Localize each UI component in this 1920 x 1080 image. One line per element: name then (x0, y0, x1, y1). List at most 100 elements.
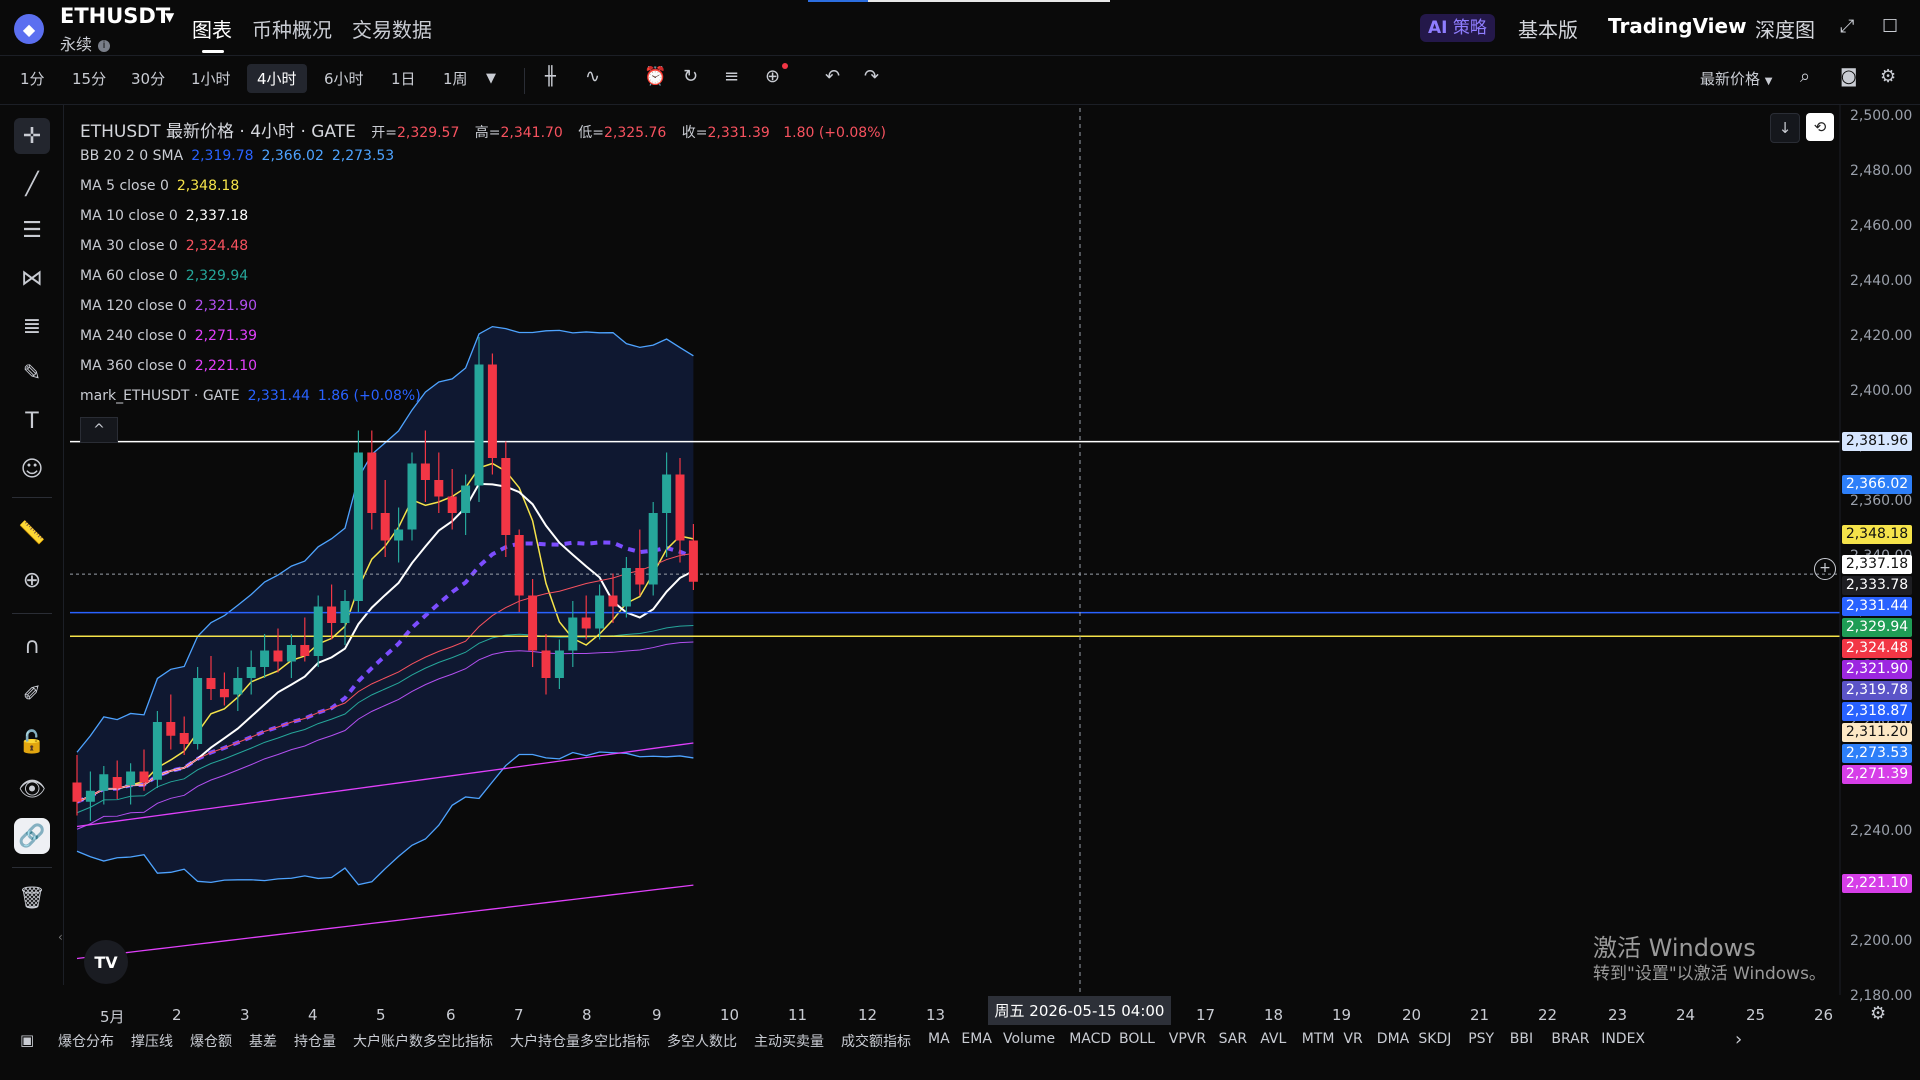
indicator-value: 2,221.10 (194, 358, 258, 374)
candle-body (286, 645, 296, 662)
candle-body (635, 568, 645, 585)
indicator-tab[interactable]: MA (928, 1031, 950, 1047)
indicator-value: 2,366.02 (261, 148, 324, 164)
calendar-icon[interactable]: ▣ (20, 1031, 34, 1049)
indicator-tab[interactable]: EMA (961, 1031, 992, 1047)
time-axis-tick: 5月 (100, 1008, 125, 1026)
time-axis-tick: 9 (652, 1006, 662, 1024)
gear-icon[interactable]: ⚙ (1870, 1003, 1886, 1024)
indicator-tab[interactable]: 多空人数比 (667, 1031, 737, 1051)
time-axis-tick: 10 (720, 1006, 740, 1024)
indicator-value: 2,337.18 (185, 208, 249, 224)
indicator-tab[interactable]: MACD (1069, 1031, 1111, 1047)
candle-body (487, 364, 497, 458)
indicator-tab[interactable]: 持仓量 (294, 1031, 336, 1051)
add-alert-plus-icon[interactable]: + (1814, 558, 1836, 580)
candle-body (353, 452, 363, 601)
price-axis-tick: 2,500.00 (1850, 108, 1913, 124)
candle-body (447, 496, 457, 513)
price-axis-tick: 2,460.00 (1850, 218, 1913, 234)
indicator-value: 2,319.78 (191, 148, 254, 164)
candle-body (501, 458, 511, 535)
indicator-value: 1.86 (+0.08%) (317, 388, 421, 404)
candle-body (340, 601, 350, 623)
indicator-tab[interactable]: SAR (1219, 1031, 1247, 1047)
price-axis-tick: 2,240.00 (1850, 823, 1913, 839)
candle-body (72, 782, 82, 802)
chevron-right-icon[interactable]: › (1735, 1029, 1742, 1050)
candle-body (461, 485, 471, 513)
legend-indicator-row[interactable]: MA 10 close 0 2,337.18 (80, 208, 248, 224)
indicator-tab[interactable]: VPVR (1169, 1031, 1206, 1047)
price-tag: 2,333.78 (1842, 575, 1912, 595)
legend-indicator-row[interactable]: BB 20 2 0 SMA 2,319.78 2,366.02 2,273.53 (80, 148, 394, 164)
price-tag: 2,273.53 (1842, 743, 1912, 763)
sync-icon[interactable]: ⟲ (1806, 113, 1834, 141)
indicator-tab[interactable]: 大户持仓量多空比指标 (510, 1031, 650, 1051)
legend-indicator-row[interactable]: MA 360 close 0 2,221.10 (80, 358, 257, 374)
price-axis-tick: 2,400.00 (1850, 383, 1913, 399)
indicator-tab[interactable]: 大户账户数多空比指标 (353, 1031, 493, 1051)
candle-body (206, 678, 216, 689)
price-axis-tick: 2,440.00 (1850, 273, 1913, 289)
indicator-tab[interactable]: 成交额指标 (841, 1031, 911, 1051)
candle-body (300, 645, 310, 656)
collapse-legend-button[interactable]: ^ (80, 417, 118, 443)
indicator-tab[interactable]: DMA (1377, 1031, 1409, 1047)
price-axis-tick: 2,200.00 (1850, 933, 1913, 949)
indicator-tab[interactable]: BRAR (1551, 1031, 1589, 1047)
time-axis-tick: 22 (1538, 1006, 1558, 1024)
time-axis-tick: 11 (788, 1006, 808, 1024)
price-axis-tick: 2,180.00 (1850, 988, 1913, 1004)
price-axis-tick: 2,360.00 (1850, 493, 1913, 509)
legend-indicator-row[interactable]: mark_ETHUSDT · GATE 2,331.44 1.86 (+0.08%) (80, 388, 421, 404)
time-axis-tick: 4 (308, 1006, 318, 1024)
legend-indicator-row[interactable]: MA 60 close 0 2,329.94 (80, 268, 248, 284)
indicator-tab[interactable]: 主动买卖量 (754, 1031, 824, 1051)
candle-body (528, 595, 538, 651)
indicator-tab[interactable]: AVL (1260, 1031, 1286, 1047)
price-tag: 2,348.18 (1842, 524, 1912, 544)
candle-body (246, 667, 256, 678)
time-axis-tick: 8 (582, 1006, 592, 1024)
indicator-tab[interactable]: SKDJ (1418, 1031, 1451, 1047)
price-tag: 2,324.48 (1842, 638, 1912, 658)
indicator-tab[interactable]: BOLL (1119, 1031, 1155, 1047)
candle-body (407, 463, 417, 530)
time-axis-tick: 13 (926, 1006, 946, 1024)
indicator-tab[interactable]: Volume (1003, 1031, 1055, 1047)
candle-body (675, 474, 685, 541)
indicator-tab[interactable]: VR (1343, 1031, 1362, 1047)
indicator-tab[interactable]: MTM (1302, 1031, 1335, 1047)
candle-body (273, 650, 283, 662)
indicator-tab[interactable]: 撑压线 (131, 1031, 173, 1051)
legend-indicator-row[interactable]: MA 5 close 0 2,348.18 (80, 178, 239, 194)
indicator-tab[interactable]: 爆仓分布 (58, 1031, 114, 1051)
indicator-tab[interactable]: INDEX (1601, 1031, 1645, 1047)
indicator-value: 2,329.94 (185, 268, 249, 284)
indicator-tab[interactable]: PSY (1468, 1031, 1494, 1047)
indicator-label: MA 360 close 0 (80, 358, 187, 374)
time-axis-tick: 20 (1402, 1006, 1422, 1024)
indicator-value: 2,331.44 (247, 388, 310, 404)
legend-indicator-row[interactable]: MA 30 close 0 2,324.48 (80, 238, 248, 254)
legend-indicator-row[interactable]: MA 120 close 0 2,321.90 (80, 298, 257, 314)
price-axis-tick: 2,420.00 (1850, 328, 1913, 344)
indicator-tab[interactable]: 爆仓额 (190, 1031, 232, 1051)
indicator-tab[interactable]: 基差 (249, 1031, 277, 1051)
candle-body (420, 463, 430, 480)
candle-body (474, 364, 484, 486)
indicator-label: BB 20 2 0 SMA (80, 148, 184, 164)
indicator-label: MA 60 close 0 (80, 268, 178, 284)
legend-indicator-row[interactable]: MA 240 close 0 2,271.39 (80, 328, 257, 344)
time-axis-tick: 12 (858, 1006, 878, 1024)
price-tag: 2,271.39 (1842, 764, 1912, 784)
download-icon[interactable]: ↓ (1770, 113, 1800, 143)
candle-body (434, 480, 444, 497)
indicator-tab[interactable]: BBI (1510, 1031, 1533, 1047)
candle-body (595, 595, 605, 629)
candle-body (112, 777, 122, 788)
tradingview-logo[interactable]: TV (84, 940, 128, 984)
candle-body (193, 678, 203, 744)
price-tag: 2,321.90 (1842, 659, 1912, 679)
